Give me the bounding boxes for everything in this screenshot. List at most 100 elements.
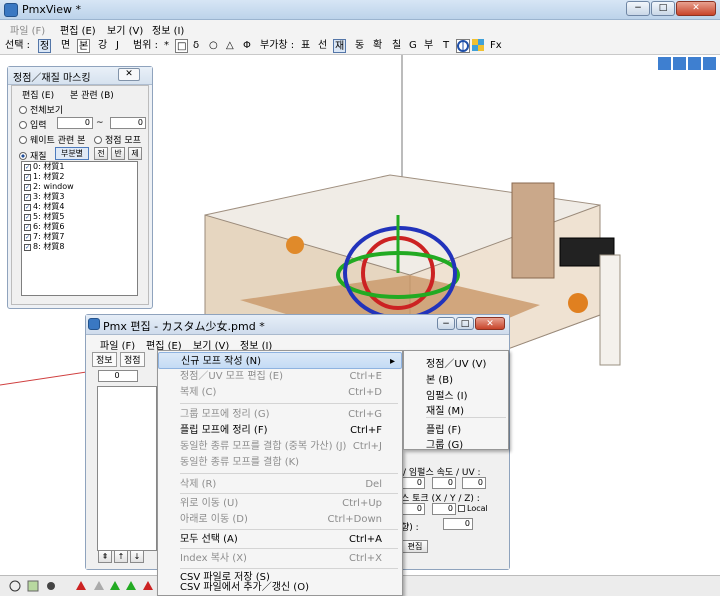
range-phi-button[interactable]: Φ bbox=[242, 39, 252, 53]
zoom-icon[interactable] bbox=[688, 57, 701, 70]
move-up-button[interactable]: ↑ bbox=[114, 550, 128, 563]
menu-item-move-down[interactable]: 아래로 이동 (D) Ctrl+Down bbox=[158, 511, 402, 528]
select-vertex-button[interactable]: 정 bbox=[38, 39, 52, 53]
submenu-flip[interactable]: 플립 (F) bbox=[426, 421, 461, 436]
menu-item-duplicate[interactable]: 복제 (C) Ctrl+D bbox=[158, 384, 402, 401]
list-item[interactable]: ✓ 7: 材質7 bbox=[22, 232, 137, 242]
per-part-button[interactable]: 부분별 bbox=[55, 147, 89, 160]
mask-menu-bone[interactable]: 본 관련 (B) bbox=[70, 88, 114, 101]
range-from-input[interactable]: 0 bbox=[57, 117, 93, 129]
maximize-button[interactable]: □ bbox=[651, 1, 675, 16]
app-icon bbox=[4, 3, 18, 17]
window-zoom-button[interactable]: 확 bbox=[372, 39, 383, 53]
range-lasso-button[interactable]: δ bbox=[192, 39, 200, 53]
edit-maximize-button[interactable]: □ bbox=[456, 317, 474, 330]
grid-icon[interactable] bbox=[472, 39, 486, 53]
submenu-material[interactable]: 재질 (M) bbox=[426, 402, 464, 417]
menu-edit[interactable]: 편집 (E) bbox=[60, 22, 96, 37]
option-vertex-morph[interactable]: 정점 모프 bbox=[94, 133, 141, 146]
checkbox-icon: ✓ bbox=[24, 243, 31, 251]
range-triangle-button[interactable]: △ bbox=[225, 39, 235, 53]
menu-item-load-csv[interactable]: CSV 파일에서 추가／갱신 (O) bbox=[158, 579, 402, 596]
option-weight-bone[interactable]: 웨이트 관련 본 bbox=[19, 133, 85, 146]
menu-item-merge-additive[interactable]: 동일한 종류 모프를 결합 (중복 가산) (J) Ctrl+J bbox=[158, 438, 402, 455]
pan-icon[interactable] bbox=[673, 57, 686, 70]
submenu-impulse[interactable]: 임펄스 (I) bbox=[426, 387, 468, 402]
list-item[interactable]: ✓ 3: 材質3 bbox=[22, 192, 137, 202]
view-mode-icon[interactable] bbox=[456, 39, 470, 53]
option-show-all[interactable]: 전체보기 bbox=[19, 103, 63, 116]
list-item[interactable]: ✓ 5: 材質5 bbox=[22, 212, 137, 222]
range-to-input[interactable]: 0 bbox=[110, 117, 146, 129]
range-circle-button[interactable]: ○ bbox=[208, 39, 219, 53]
range-rect-button[interactable]: □ bbox=[175, 39, 189, 53]
menu-item-delete[interactable]: 삭제 (R) Del bbox=[158, 476, 402, 493]
menu-item-copy-index[interactable]: Index 복사 (X) Ctrl+X bbox=[158, 550, 402, 567]
edit-minimize-button[interactable]: − bbox=[437, 317, 455, 330]
tab-info[interactable]: 정보 bbox=[92, 352, 117, 367]
direction-input[interactable]: 0 bbox=[443, 518, 473, 530]
view-control-icons bbox=[658, 57, 716, 70]
window-line-button[interactable]: 선 bbox=[317, 39, 328, 53]
list-item[interactable]: ✓ 8: 材質8 bbox=[22, 242, 137, 252]
torque-y-input[interactable]: 0 bbox=[432, 503, 456, 515]
tab-vertex[interactable]: 정점 bbox=[120, 352, 145, 367]
local-checkbox[interactable]: Local bbox=[458, 504, 488, 513]
select-rigid-button[interactable]: 강 bbox=[97, 39, 108, 53]
list-item[interactable]: ✓ 2: window bbox=[22, 182, 137, 192]
edit-close-button[interactable]: ✕ bbox=[475, 317, 505, 330]
checkbox-icon: ✓ bbox=[24, 193, 31, 201]
edit-menubar: 파일 (F) 편집 (E) 보기 (V) 정보 (I) bbox=[86, 335, 509, 352]
list-item[interactable]: ✓ 4: 材質4 bbox=[22, 202, 137, 212]
window-g-button[interactable]: G bbox=[408, 39, 418, 53]
speed-y-input[interactable]: 0 bbox=[432, 477, 456, 489]
rotate-icon[interactable] bbox=[703, 57, 716, 70]
list-item[interactable]: ✓ 1: 材質2 bbox=[22, 172, 137, 182]
speed-x-input[interactable]: 0 bbox=[401, 477, 425, 489]
menu-item-edit-vertex-morph[interactable]: 정점／UV 모프 편집 (E) Ctrl+E bbox=[158, 368, 402, 385]
window-material-button[interactable]: 재 bbox=[333, 39, 347, 53]
torque-x-input[interactable]: 0 bbox=[401, 503, 425, 515]
select-face-button[interactable]: 면 bbox=[60, 39, 71, 53]
list-item[interactable]: ✓ 6: 材質6 bbox=[22, 222, 137, 232]
invert-button[interactable]: 반 bbox=[111, 147, 125, 160]
mask-menu-edit[interactable]: 편집 (E) bbox=[22, 88, 54, 101]
menu-item-group-morph[interactable]: 그룹 모프에 정리 (G) Ctrl+G bbox=[158, 406, 402, 423]
option-input[interactable]: 입력 bbox=[19, 118, 47, 131]
menu-view[interactable]: 보기 (V) bbox=[107, 22, 143, 37]
submenu-vertex-uv[interactable]: 정점／UV (V) bbox=[426, 355, 486, 370]
move-top-button[interactable]: ⇞ bbox=[98, 550, 112, 563]
edit-button[interactable]: 편집 bbox=[402, 540, 428, 553]
close-button[interactable]: ✕ bbox=[676, 1, 716, 16]
menu-item-move-up[interactable]: 위로 이동 (U) Ctrl+Up bbox=[158, 495, 402, 512]
remove-button[interactable]: 제 bbox=[128, 147, 142, 160]
window-t-button[interactable]: T bbox=[442, 39, 450, 53]
fx-button[interactable]: Fx bbox=[489, 39, 503, 53]
select-joint-button[interactable]: J bbox=[115, 39, 120, 53]
move-down-button[interactable]: ↓ bbox=[130, 550, 144, 563]
mask-panel-close-button[interactable]: ✕ bbox=[118, 68, 140, 81]
speed-z-input[interactable]: 0 bbox=[462, 477, 486, 489]
menu-item-select-all[interactable]: 모두 선택 (A) Ctrl+A bbox=[158, 531, 402, 548]
menu-separator bbox=[180, 493, 398, 494]
menu-item-flip-morph[interactable]: 플립 모프에 정리 (F) Ctrl+F bbox=[158, 422, 402, 439]
menu-item-new-morph[interactable]: 신규 모프 작성 (N) ▸ bbox=[158, 352, 402, 369]
range-all-button[interactable]: * bbox=[163, 39, 170, 53]
menu-separator bbox=[426, 417, 506, 418]
select-bone-button[interactable]: 본 bbox=[77, 39, 91, 53]
menu-item-merge[interactable]: 동일한 종류 모프를 결합 (K) bbox=[158, 454, 402, 471]
window-sub-button[interactable]: 부 bbox=[423, 39, 434, 53]
window-table-button[interactable]: 표 bbox=[300, 39, 311, 53]
window-motion-button[interactable]: 동 bbox=[354, 39, 365, 53]
submenu-group[interactable]: 그룹 (G) bbox=[426, 436, 463, 451]
all-button[interactable]: 전 bbox=[94, 147, 108, 160]
minimize-button[interactable]: − bbox=[626, 1, 650, 16]
list-item[interactable]: ✓ 0: 材質1 bbox=[22, 162, 137, 172]
move-icon[interactable] bbox=[658, 57, 671, 70]
menu-info[interactable]: 정보 (I) bbox=[152, 22, 184, 37]
menu-file[interactable]: 파일 (F) bbox=[10, 22, 45, 37]
submenu-bone[interactable]: 본 (B) bbox=[426, 371, 453, 386]
window-paint-button[interactable]: 칠 bbox=[391, 39, 402, 53]
index-input[interactable]: 0 bbox=[98, 370, 138, 382]
morph-list[interactable] bbox=[97, 386, 157, 551]
